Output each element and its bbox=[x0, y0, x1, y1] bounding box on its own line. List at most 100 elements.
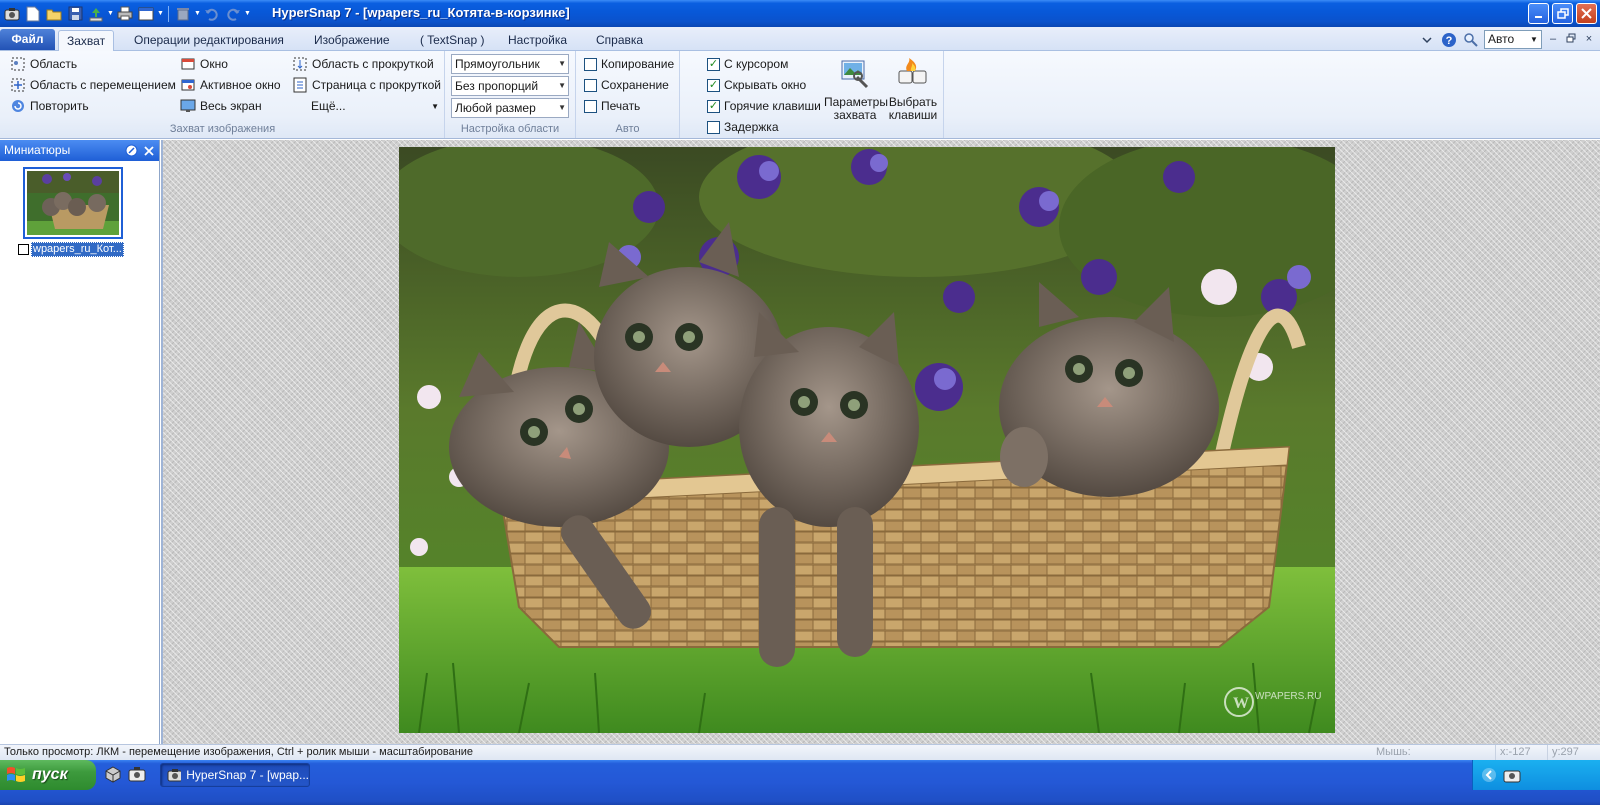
app-icon[interactable] bbox=[2, 4, 22, 24]
checkbox bbox=[707, 120, 720, 134]
image-canvas[interactable]: W WPAPERS.RU bbox=[161, 140, 1600, 744]
chevron-down-icon: ▼ bbox=[558, 103, 566, 112]
region-move-capture-button[interactable]: Область с перемещением bbox=[10, 75, 176, 95]
help-icon[interactable]: ? bbox=[1440, 31, 1458, 49]
tab-file[interactable]: Файл bbox=[0, 29, 55, 50]
start-button[interactable]: пуск bbox=[0, 760, 96, 790]
camera-icon[interactable] bbox=[128, 765, 146, 783]
with-cursor-checkbox[interactable]: ✓ С курсором bbox=[707, 54, 788, 74]
system-tray bbox=[1472, 760, 1600, 790]
mouse-x: x:-127 bbox=[1495, 745, 1547, 760]
chevron-down-icon: ▼ bbox=[558, 81, 566, 90]
status-bar: Только просмотр: ЛКМ - перемещение изобр… bbox=[0, 744, 1600, 760]
repeat-capture-button[interactable]: Повторить bbox=[10, 96, 89, 116]
capture-settings-icon bbox=[841, 60, 869, 89]
close-button[interactable] bbox=[1576, 3, 1597, 24]
mouse-y: y:297 bbox=[1547, 745, 1600, 760]
doc-restore-button[interactable] bbox=[1564, 33, 1578, 47]
delete-icon[interactable] bbox=[173, 4, 193, 24]
open-icon[interactable] bbox=[44, 4, 64, 24]
tab-capture[interactable]: Захват bbox=[58, 30, 115, 52]
window-capture-icon bbox=[181, 58, 195, 70]
tray-arrow-icon[interactable] bbox=[1481, 767, 1497, 783]
hypersnap-tray-icon[interactable] bbox=[1503, 766, 1521, 784]
chevron-down-icon[interactable]: ▼ bbox=[157, 4, 164, 24]
active-window-capture-button[interactable]: Активное окно bbox=[180, 75, 281, 95]
tab-textsnap[interactable]: ( TextSnap ) bbox=[412, 30, 492, 51]
pin-icon[interactable] bbox=[124, 143, 139, 158]
redo-icon[interactable] bbox=[223, 4, 243, 24]
auto-group-label: Авто bbox=[615, 123, 640, 135]
chevron-down-icon[interactable]: ▼ bbox=[244, 4, 251, 24]
ratio-select[interactable]: Без пропорций ▼ bbox=[451, 76, 569, 96]
window-icon[interactable] bbox=[136, 4, 156, 24]
full-screen-label: Весь экран bbox=[200, 99, 262, 113]
save-icon[interactable] bbox=[65, 4, 85, 24]
ribbon-tabs: Файл Захват Операции редактирования Изоб… bbox=[0, 27, 1600, 52]
thumbnail-checkbox[interactable] bbox=[18, 243, 29, 255]
thumbnail-label[interactable]: wpapers_ru_Кот... bbox=[31, 241, 124, 257]
tab-help[interactable]: Справка bbox=[588, 30, 651, 51]
thumbnail-image bbox=[27, 171, 119, 235]
close-icon[interactable] bbox=[141, 143, 156, 158]
region-capture-button[interactable]: Область bbox=[10, 54, 77, 74]
chevron-down-icon: ▼ bbox=[1530, 35, 1538, 44]
cube-icon[interactable] bbox=[104, 765, 122, 783]
hypersnap-icon bbox=[167, 769, 182, 782]
print-icon[interactable] bbox=[115, 4, 135, 24]
auto-save-label: Сохранение bbox=[601, 78, 669, 92]
checkbox-checked: ✓ bbox=[707, 99, 720, 113]
doc-minimize-button[interactable]: – bbox=[1546, 33, 1560, 47]
delay-checkbox[interactable]: Задержка bbox=[707, 117, 779, 137]
more-capture-button[interactable]: Ещё... ▼ bbox=[311, 96, 439, 116]
choose-keys-button[interactable]: Выбрать клавиши bbox=[882, 55, 944, 122]
upload-icon[interactable] bbox=[86, 4, 106, 24]
zoom-select[interactable]: Авто ▼ bbox=[1484, 30, 1542, 49]
kittens-photo[interactable]: W WPAPERS.RU bbox=[399, 147, 1335, 733]
scroll-region-capture-button[interactable]: Область с прокруткой bbox=[292, 54, 434, 74]
hotkeys-checkbox[interactable]: ✓ Горячие клавиши bbox=[707, 96, 821, 116]
ribbon-panel: Область Область с перемещением Повторить… bbox=[0, 51, 1600, 139]
hide-window-label: Скрывать окно bbox=[724, 78, 807, 92]
watermark-text: WPAPERS.RU bbox=[1255, 691, 1322, 702]
hide-window-checkbox[interactable]: ✓ Скрывать окно bbox=[707, 75, 806, 95]
scroll-page-capture-button[interactable]: Страница с прокруткой bbox=[292, 75, 441, 95]
undo-icon[interactable] bbox=[202, 4, 222, 24]
tab-image[interactable]: Изображение bbox=[306, 30, 398, 51]
checkbox-checked: ✓ bbox=[707, 57, 720, 71]
full-screen-capture-button[interactable]: Весь экран bbox=[180, 96, 262, 116]
chevron-down-icon: ▼ bbox=[431, 101, 439, 111]
thumbnail-item[interactable] bbox=[23, 167, 123, 239]
repeat-label: Повторить bbox=[30, 99, 89, 113]
auto-copy-checkbox[interactable]: Копирование bbox=[584, 54, 674, 74]
auto-print-label: Печать bbox=[601, 99, 641, 113]
minimize-button[interactable] bbox=[1528, 3, 1549, 24]
windows-logo-icon bbox=[7, 767, 25, 782]
chevron-down-icon[interactable]: ▼ bbox=[194, 4, 201, 24]
doc-close-button[interactable]: × bbox=[1582, 33, 1596, 47]
active-window-icon bbox=[181, 79, 195, 91]
tab-edit-operations[interactable]: Операции редактирования bbox=[126, 30, 292, 51]
new-icon[interactable] bbox=[23, 4, 43, 24]
auto-save-checkbox[interactable]: Сохранение bbox=[584, 75, 669, 95]
size-select[interactable]: Любой размер ▼ bbox=[451, 98, 569, 118]
chevron-down-icon[interactable]: ▼ bbox=[107, 4, 114, 24]
region-label: Область bbox=[30, 57, 78, 71]
zoom-value: Авто bbox=[1488, 32, 1515, 46]
search-icon[interactable] bbox=[1462, 31, 1480, 49]
quick-launch bbox=[104, 765, 146, 783]
taskbar-item-hypersnap[interactable]: HyperSnap 7 - [wpap... bbox=[160, 763, 310, 787]
checkbox bbox=[584, 57, 597, 71]
window-capture-button[interactable]: Окно bbox=[180, 54, 228, 74]
title-bar: ▼ ▼ ▼ ▼ HyperSnap 7 - [wpapers_ru_Котята… bbox=[0, 0, 1600, 27]
tab-settings[interactable]: Настройка bbox=[500, 30, 575, 51]
capture-params-button[interactable]: Параметры захвата bbox=[824, 55, 888, 122]
auto-print-checkbox[interactable]: Печать bbox=[584, 96, 640, 116]
shape-select[interactable]: Прямоугольник ▼ bbox=[451, 54, 569, 74]
chevron-down-icon[interactable] bbox=[1418, 31, 1436, 49]
chevron-down-icon: ▼ bbox=[558, 59, 566, 68]
restore-button[interactable] bbox=[1552, 3, 1573, 24]
taskbar: пуск HyperSnap 7 - [wpap... EN bbox=[0, 760, 1600, 805]
taskbar-item-label: HyperSnap 7 - [wpap... bbox=[186, 768, 309, 782]
thumbnail-label-row: wpapers_ru_Кот... bbox=[18, 241, 124, 257]
